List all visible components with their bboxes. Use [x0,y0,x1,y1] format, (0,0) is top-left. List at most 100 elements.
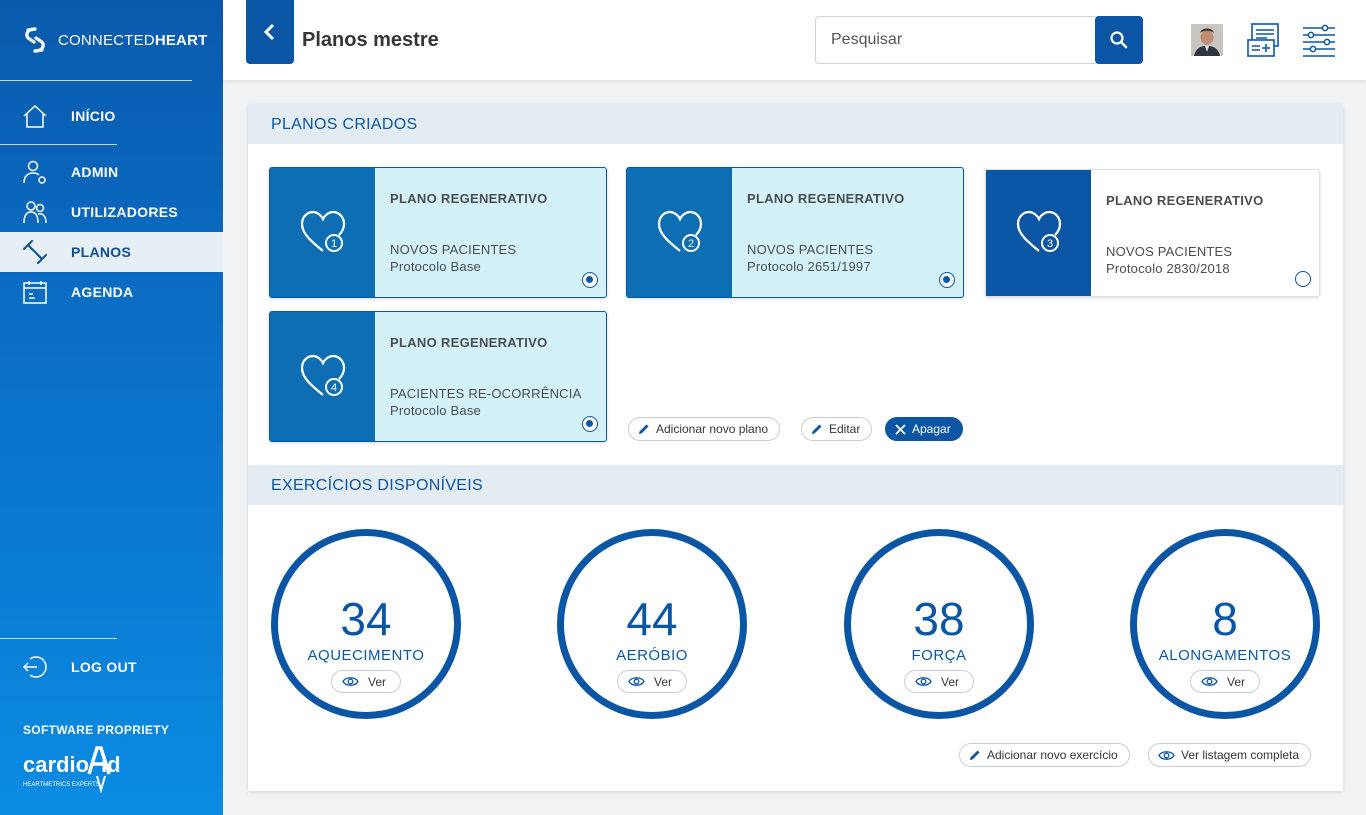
exercise-category-aerobio: 44 AERÓBIO Ver [557,529,747,719]
search-button[interactable] [1095,16,1143,64]
full-list-label: Ver listagem completa [1181,748,1300,762]
pencil-icon [639,424,649,434]
view-button[interactable]: Ver [903,670,975,693]
add-report-icon[interactable] [1245,22,1281,58]
plan-card-1[interactable]: 1 PLANO REGENERATIVO NOVOS PACIENTES Prot… [269,167,607,298]
search-input[interactable] [815,16,1097,64]
eye-icon [1201,677,1218,686]
edit-button[interactable]: Editar [801,417,873,441]
section-title: EXERCÍCIOS DISPONÍVEIS [271,477,483,494]
dumbbell-icon [23,240,47,264]
page-title: Planos mestre [302,29,439,51]
admin-user-icon [23,160,46,184]
view-button[interactable]: Ver [330,670,402,693]
avatar[interactable] [1191,24,1223,56]
plans-section-header: PLANOS CRIADOS [248,104,1343,144]
plan-title: PLANO REGENERATIVO [390,335,548,350]
connected-heart-logo-icon [25,27,45,53]
plan-radio[interactable] [1295,271,1311,287]
plan-radio[interactable] [582,416,598,432]
logout-button[interactable]: LOG OUT [0,647,223,687]
plan-card-2[interactable]: 2 PLANO REGENERATIVO NOVOS PACIENTES Prot… [626,167,964,298]
plan-details: NOVOS PACIENTES Protocolo Base [390,242,517,274]
plan-number: 2 [687,238,693,250]
divider [0,80,192,81]
logout-label: LOG OUT [71,659,137,675]
delete-button[interactable]: Apagar [885,417,963,441]
exercise-category-aquecimento: 34 AQUECIMENTO Ver [271,529,461,719]
nav-label: ADMIN [71,164,119,180]
chevron-left-icon [263,23,275,41]
full-list-button[interactable]: Ver listagem completa [1148,743,1312,767]
exercise-count: 34 [340,593,392,645]
settings-sliders-icon[interactable] [1301,22,1337,58]
view-label: Ver [940,674,960,689]
back-button[interactable] [246,0,294,64]
section-title: PLANOS CRIADOS [271,116,418,133]
close-icon [895,423,906,435]
exercise-category-forca: 38 FORÇA Ver [844,529,1034,719]
logo-tagline: HEARTMETRICS EXPERTS [23,782,100,788]
plan-card-4[interactable]: 4 PLANO REGENERATIVO PACIENTES RE-OCORRÊ… [269,311,607,442]
eye-icon [1158,750,1175,760]
view-label: Ver [367,674,387,689]
pencil-icon [970,750,980,760]
user-photo-icon [1191,24,1223,56]
cardioid-logo: cardio id HEARTMETRICS EXPERTS [23,746,121,794]
view-button[interactable]: Ver [1189,670,1261,693]
view-label: Ver [1226,674,1246,689]
nav-item-admin[interactable]: ADMIN [0,152,223,192]
plan-thumb: 2 [627,168,732,297]
plan-details: NOVOS PACIENTES Protocolo 2830/2018 [1106,244,1233,276]
heart-icon: 2 [657,210,702,252]
plan-details: NOVOS PACIENTES Protocolo 2651/1997 [747,242,874,274]
exercise-count: 44 [626,593,678,645]
plan-number: 1 [330,238,336,250]
plan-details: PACIENTES RE-OCORRÊNCIA Protocolo Base [390,386,582,418]
exercise-count: 38 [913,593,965,645]
sidebar: CONNECTEDHEART INÍCIO ADMIN UTILIZADORES… [0,0,223,815]
divider [0,144,117,145]
view-button[interactable]: Ver [616,670,688,693]
logo-text-b: id [101,752,121,777]
exercise-category-label: FORÇA [911,647,967,664]
plan-radio[interactable] [939,272,955,288]
nav-item-inicio[interactable]: INÍCIO [0,96,223,136]
add-exercise-label: Adicionar novo exercício [987,748,1118,762]
plan-radio[interactable] [582,272,598,288]
calendar-icon [23,281,47,304]
brand-logo[interactable]: CONNECTEDHEART [22,26,207,54]
exercise-category-label: AERÓBIO [616,647,688,664]
users-icon [23,201,47,224]
plan-title: PLANO REGENERATIVO [1106,193,1264,208]
plan-thumb: 1 [270,168,375,297]
delete-label: Apagar [912,422,951,436]
plan-card-3[interactable]: 3 PLANO REGENERATIVO NOVOS PACIENTES Prot… [985,169,1320,297]
nav-item-utilizadores[interactable]: UTILIZADORES [0,192,223,232]
eye-icon [342,677,359,686]
logout-icon [22,656,47,678]
exercise-category-label: AQUECIMENTO [307,647,425,664]
nav-item-agenda[interactable]: AGENDA [0,272,223,312]
exercise-category-label: ALONGAMENTOS [1158,647,1292,664]
add-exercise-button[interactable]: Adicionar novo exercício [959,743,1130,767]
nav-item-planos[interactable]: PLANOS [0,232,223,272]
plan-number: 3 [1046,238,1052,250]
search-icon [1110,31,1128,49]
top-bar: Planos mestre [223,0,1366,80]
exercise-count: 8 [1212,593,1238,645]
exercises-section-header: EXERCÍCIOS DISPONÍVEIS [248,465,1343,505]
nav-label: INÍCIO [71,108,116,124]
eye-icon [915,677,932,686]
plan-title: PLANO REGENERATIVO [747,191,905,206]
edit-label: Editar [829,422,861,436]
logo-text-a: cardio [23,752,89,777]
home-icon [23,104,47,128]
heart-icon: 4 [300,354,345,396]
add-plan-label: Adicionar novo plano [656,422,769,436]
heart-icon: 1 [300,210,345,252]
add-plan-button[interactable]: Adicionar novo plano [628,417,781,441]
brand-name: CONNECTEDHEART [58,31,208,49]
nav-label: AGENDA [71,284,134,300]
software-propriety-label: SOFTWARE PROPRIETY [23,723,170,737]
